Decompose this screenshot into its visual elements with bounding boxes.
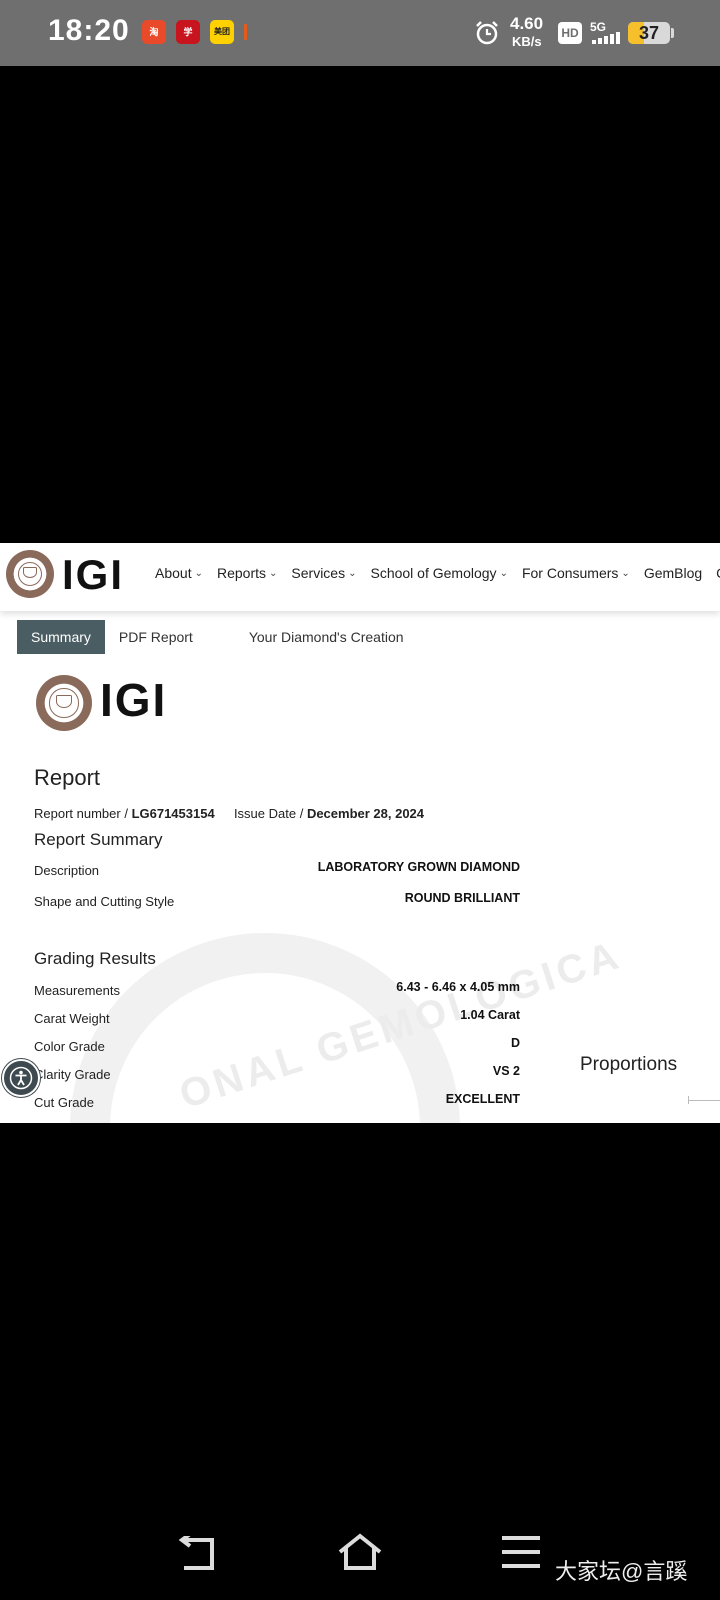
measurements-label: Measurements: [34, 983, 120, 998]
igi-report-seal: [36, 675, 92, 731]
hd-badge: HD: [558, 22, 582, 44]
accessibility-icon: [9, 1066, 33, 1090]
notification-dot: [244, 24, 247, 40]
signal-icon: [592, 32, 620, 44]
network-speed-value: 4.60: [510, 14, 544, 33]
nav-overflow-item[interactable]: C: [716, 565, 720, 581]
color-grade-value: D: [510, 1036, 520, 1050]
nav-for-consumers[interactable]: For Consumers ⌄: [522, 565, 630, 581]
xuexi-app-icon: 学: [176, 20, 200, 44]
measurements-value: 6.43 - 6.46 x 4.05 mm: [396, 980, 520, 994]
network-speed-unit: KB/s: [512, 34, 542, 49]
chevron-down-icon: ⌄: [499, 567, 508, 579]
igi-seal-logo[interactable]: [6, 550, 54, 598]
carat-weight-value: 1.04 Carat: [460, 1008, 520, 1022]
tab-pdf-report[interactable]: PDF Report: [105, 620, 207, 654]
battery-tip: [671, 28, 674, 38]
report-number: LG671453154: [131, 806, 215, 821]
shape-label: Shape and Cutting Style: [34, 894, 175, 909]
color-grade-label: Color Grade: [34, 1039, 105, 1054]
report-igi-wordmark: IGI: [100, 674, 168, 726]
nav-services[interactable]: Services ⌄: [291, 565, 356, 581]
tab-diamond-creation[interactable]: Your Diamond's Creation: [235, 620, 418, 654]
main-nav: About ⌄ Reports ⌄ Services ⌄ School of Gemo…: [155, 565, 720, 581]
chevron-down-icon: ⌄: [348, 567, 357, 579]
report-number-label: Report number /: [34, 806, 128, 821]
battery-level: 37: [638, 23, 660, 43]
chevron-down-icon: ⌄: [269, 567, 278, 579]
cut-grade-label: Cut Grade: [34, 1095, 94, 1110]
report-title: Report: [34, 765, 101, 790]
site-header: IGI About ⌄ Reports ⌄ Services ⌄ School of …: [0, 543, 720, 611]
proportions-diagram-line: [688, 1100, 720, 1101]
web-page[interactable]: ONAL GEMOLOGICA IGI About ⌄ Reports ⌄ Serv…: [0, 543, 720, 1123]
nav-school-of-gemology[interactable]: School of Gemology ⌄: [370, 565, 507, 581]
accessibility-button[interactable]: [2, 1059, 40, 1097]
igi-wordmark[interactable]: IGI: [62, 551, 124, 599]
clarity-grade-label: Clarity Grade: [34, 1067, 111, 1082]
tab-summary[interactable]: Summary: [17, 620, 105, 654]
status-bar: 18:20 淘 学 美团 4.60 KB/s HD 5G 37: [0, 0, 720, 66]
clarity-grade-value: VS 2: [492, 1064, 520, 1078]
alarm-icon: [476, 21, 498, 45]
carat-weight-label: Carat Weight: [34, 1011, 110, 1026]
watermark-brand: 大家坛@言蹊: [555, 1559, 688, 1584]
cut-grade-value: EXCELLENT: [445, 1092, 520, 1106]
nav-reports[interactable]: Reports ⌄: [217, 565, 277, 581]
issue-date: December 28, 2024: [306, 806, 425, 821]
description-label: Description: [34, 863, 100, 878]
menu-icon[interactable]: [502, 1536, 540, 1568]
shape-value: ROUND BRILLIANT: [404, 891, 520, 905]
chevron-down-icon: ⌄: [621, 567, 630, 579]
grading-results-title: Grading Results: [34, 949, 156, 968]
proportions-title: Proportions: [580, 1054, 678, 1075]
taobao-app-icon: 淘: [142, 20, 166, 44]
nav-about[interactable]: About ⌄: [155, 565, 203, 581]
report-tabs: Summary PDF Report Your Diamond's Creati…: [17, 620, 418, 654]
chevron-down-icon: ⌄: [194, 567, 203, 579]
back-icon[interactable]: [176, 1536, 220, 1574]
nav-gemblog[interactable]: GemBlog: [644, 565, 702, 581]
issue-date-label: Issue Date /: [233, 806, 304, 821]
report-summary-title: Report Summary: [34, 830, 163, 849]
description-value: LABORATORY GROWN DIAMOND: [317, 860, 520, 874]
battery-icon: 37: [628, 22, 670, 44]
meituan-app-icon: 美团: [210, 20, 234, 44]
home-icon[interactable]: [336, 1532, 384, 1572]
report-meta: Report number / LG671453154 Issue Date /…: [34, 806, 424, 821]
clock: 18:20: [48, 14, 130, 47]
